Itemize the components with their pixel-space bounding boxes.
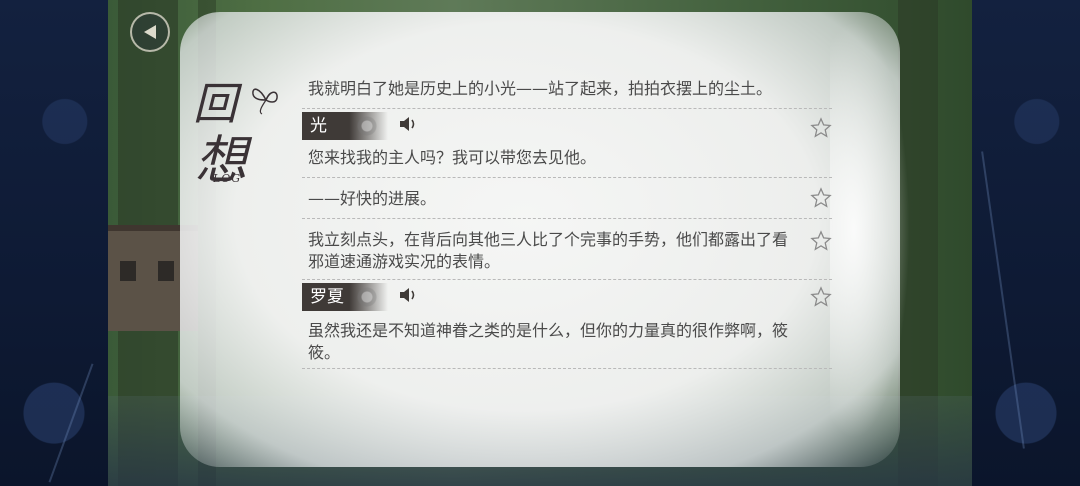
star-icon[interactable] [810,286,832,308]
rose-ornament-icon [354,113,380,139]
log-entry-text: 虽然我还是不知道神眷之类的是什么，但你的力量真的很作弊啊，筱筱。 [308,321,789,362]
right-decorative-frame [972,0,1080,486]
star-icon[interactable] [810,230,832,252]
left-decorative-frame [0,0,108,486]
log-entry-text: ——好快的进展。 [308,189,437,208]
divider [302,108,832,109]
log-entry: 我立刻点头，在背后向其他三人比了个完事的手势，他们都露出了看邪道速通游戏实况的表… [302,219,832,280]
star-icon[interactable] [810,187,832,209]
window [158,261,174,281]
title-subtitle: LOG [213,172,242,185]
star-icon[interactable] [810,117,832,139]
log-entry-text: 我就明白了她是历史上的小光——站了起来，拍拍衣摆上的尘土。 [308,79,773,98]
back-arrow-icon [144,25,156,39]
panel-glow [830,20,910,440]
speaker-icon[interactable] [398,116,418,136]
speaker-row: 光 [302,111,832,141]
log-entry: 罗夏 虽然我还是不知道神眷之类的是什么，但你的力量真的很作弊啊，筱筱。 [302,282,832,369]
vine-ornament [981,151,1025,449]
back-button[interactable] [130,12,170,52]
log-entry-text: 我立刻点头，在背后向其他三人比了个完事的手势，他们都露出了看邪道速通游戏实况的表… [308,230,789,271]
vine-ornament [48,363,94,483]
log-entry: ——好快的进展。 [302,178,832,219]
speaker-icon[interactable] [398,287,418,307]
rose-ornament-icon [354,284,380,310]
divider [302,279,832,280]
butterfly-icon [250,82,282,122]
log-entry-text: 您来找我的主人吗？我可以带您去见他。 [308,148,597,167]
log-entry: 光 您来找我的主人吗？我可以带您去见他。 [302,111,832,178]
log-entries[interactable]: 我就明白了她是历史上的小光——站了起来，拍拍衣摆上的尘土。 光 您来找我的主人吗… [302,78,832,369]
window [120,261,136,281]
speaker-row: 罗夏 [302,282,832,312]
log-entry: 我就明白了她是历史上的小光——站了起来，拍拍衣摆上的尘土。 [302,78,832,109]
divider [302,368,832,369]
